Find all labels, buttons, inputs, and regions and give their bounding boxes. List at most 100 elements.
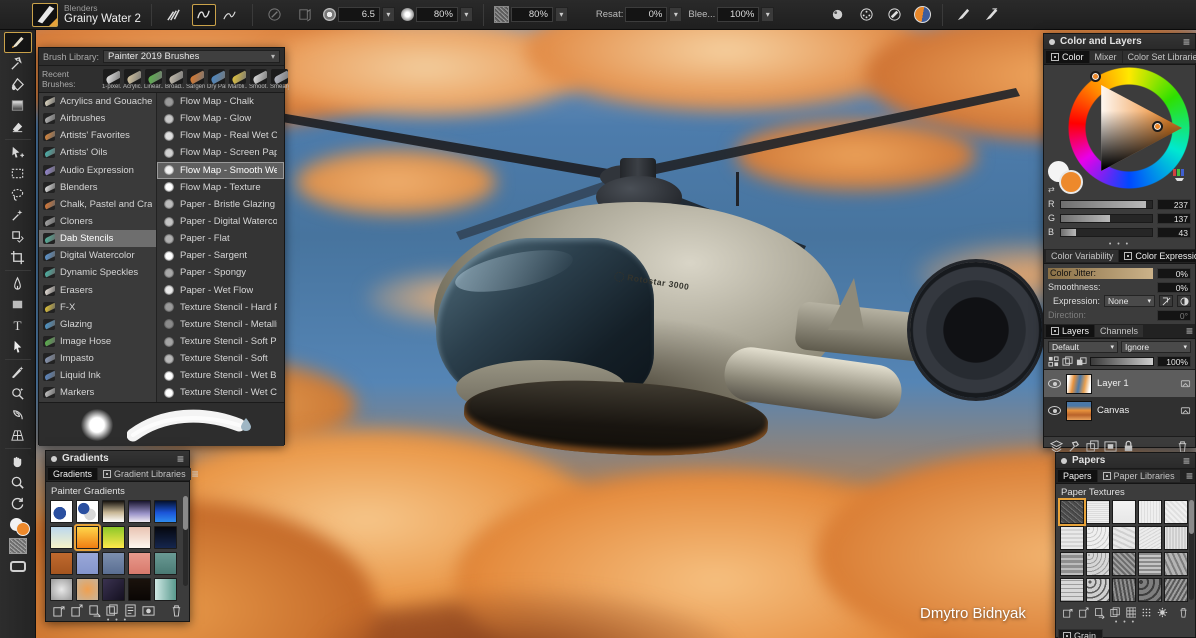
eraser-tool[interactable] [4, 116, 32, 137]
straight-line-strokes-button[interactable] [218, 4, 242, 26]
brush-variant-paper-spongy[interactable]: Paper - Spongy [157, 264, 284, 281]
preserve-transparency-icon[interactable] [1062, 356, 1073, 367]
smoothness-value[interactable]: 0% [1157, 282, 1191, 293]
direction-icon[interactable] [1177, 295, 1191, 307]
view-mode-button[interactable] [4, 556, 32, 577]
rect-selection-tool[interactable] [4, 163, 32, 184]
gradient-swatch-16[interactable] [50, 578, 73, 601]
brush-category-image-hose[interactable]: Image Hose [39, 333, 156, 350]
recent-brush-marbli-[interactable]: Marbli... [228, 69, 247, 90]
brush-variant-paper-bristle-glazing[interactable]: Paper - Bristle Glazing [157, 196, 284, 213]
paper-save-icon[interactable] [1062, 606, 1073, 619]
magnifier-tool[interactable] [4, 472, 32, 493]
layer-opacity-value[interactable]: 100% [1157, 356, 1191, 367]
composite-method-dropdown[interactable]: Default ▾ [1048, 341, 1118, 353]
brush-category-impasto[interactable]: Impasto [39, 350, 156, 367]
sample-color-icon[interactable] [1171, 167, 1187, 183]
layer-row-layer-1[interactable]: Layer 1 [1044, 370, 1195, 397]
gradient-swatch-6[interactable] [50, 526, 73, 549]
gradient-swatch-2[interactable] [76, 500, 99, 523]
gradient-swatch-14[interactable] [128, 552, 151, 575]
layer-row-canvas[interactable]: Canvas [1044, 397, 1195, 424]
layer-opacity-slider[interactable] [1090, 357, 1154, 366]
brush-category-blenders[interactable]: Blenders [39, 179, 156, 196]
brush-variant-texture-stencil-soft-pastel[interactable]: Texture Stencil - Soft Pastel [157, 333, 284, 350]
water-drop-icon[interactable] [240, 417, 252, 431]
bleed-dropdown-arrow[interactable]: ▾ [761, 7, 774, 22]
panel-grip[interactable]: • • • [46, 617, 189, 625]
tab-color-expression[interactable]: Color Expression [1119, 250, 1196, 262]
panel-collapse-icon[interactable] [51, 456, 57, 462]
recent-brush-sargen-[interactable]: Sargen... [186, 69, 205, 90]
paper-swatch-10[interactable] [1164, 526, 1188, 550]
paper-swatch-17[interactable] [1086, 578, 1110, 602]
pickup-underlying-icon[interactable] [1048, 356, 1059, 367]
panel-grip[interactable]: • • • [1056, 619, 1195, 627]
capture-paper-icon[interactable] [1157, 606, 1168, 619]
dab-preview-icon[interactable] [826, 4, 850, 26]
brush-variant-paper-digital-watercolor-par[interactable]: Paper - Digital Watercolor Par [157, 213, 284, 230]
sv-marker[interactable] [1152, 121, 1163, 132]
paint-bucket-tool[interactable] [4, 74, 32, 95]
grain-dropdown-arrow[interactable]: ▾ [555, 7, 568, 22]
paper-import-icon[interactable] [1078, 606, 1089, 619]
paper-duplicate-icon[interactable] [1110, 606, 1121, 619]
gradient-tool[interactable] [4, 95, 32, 116]
divine-proportion-tool[interactable] [4, 404, 32, 425]
expression-panel-icon[interactable] [1159, 295, 1173, 307]
gradient-swatch-9[interactable] [128, 526, 151, 549]
layer-adjuster-tool[interactable] [4, 142, 32, 163]
opacity-input[interactable]: 80% [416, 7, 458, 22]
gradient-swatch-7[interactable] [76, 526, 99, 549]
clone-color-icon[interactable] [263, 4, 287, 26]
paper-swatch-12[interactable] [1086, 552, 1110, 576]
bleed-input[interactable]: 100% [717, 7, 759, 22]
channel-slider[interactable] [1060, 214, 1153, 223]
brush-category-artists-favorites[interactable]: Artists' Favorites [39, 127, 156, 144]
brush-category-glazing[interactable]: Glazing [39, 316, 156, 333]
brush-category-liquid-ink[interactable]: Liquid Ink [39, 367, 156, 384]
opacity-dropdown-arrow[interactable]: ▾ [460, 7, 473, 22]
visibility-eye-icon[interactable] [1048, 406, 1061, 415]
brush-category-audio-expression[interactable]: Audio Expression [39, 162, 156, 179]
channel-slider[interactable] [1060, 228, 1153, 237]
panel-collapse-icon[interactable] [1049, 39, 1055, 45]
brush-category-digital-watercolor[interactable]: Digital Watercolor [39, 247, 156, 264]
scrollbar[interactable] [1189, 500, 1194, 600]
paper-swatch-20[interactable] [1164, 578, 1188, 602]
visibility-eye-icon[interactable] [1048, 379, 1061, 388]
tab-menu-icon[interactable]: ≡ [1186, 324, 1193, 338]
brush-variant-flow-map-real-wet-oil[interactable]: Flow Map - Real Wet Oil [157, 127, 284, 144]
paper-swatch-5[interactable] [1164, 500, 1188, 524]
freehand-strokes-button[interactable] [192, 4, 216, 26]
dab-stencil-icon[interactable] [882, 4, 906, 26]
paper-swatch-16[interactable] [1060, 578, 1084, 602]
simple-brush-icon[interactable] [951, 4, 975, 26]
smoothness-label[interactable]: Smoothness: [1048, 282, 1153, 292]
brush-variant-flow-map-glow[interactable]: Flow Map - Glow [157, 110, 284, 127]
brush-variant-texture-stencil-wet-cover[interactable]: Texture Stencil - Wet Cover [157, 384, 284, 401]
scrollbar[interactable] [183, 496, 188, 586]
paper-swatch-2[interactable] [1086, 500, 1110, 524]
paper-grid-icon[interactable] [1126, 606, 1137, 619]
main-color-swatch[interactable] [1059, 170, 1083, 194]
gradient-capture-icon[interactable] [142, 604, 155, 617]
paper-swatch-19[interactable] [1138, 578, 1162, 602]
tab-papers[interactable]: Papers [1058, 470, 1097, 482]
tab-paper-libraries[interactable]: Paper Libraries [1098, 470, 1180, 482]
pen-tool[interactable] [4, 273, 32, 294]
tab-menu-icon[interactable]: ≡ [1186, 469, 1193, 483]
trash-icon[interactable] [170, 604, 183, 617]
paper-export-icon[interactable] [1094, 606, 1105, 619]
paper-swatch-8[interactable] [1112, 526, 1136, 550]
brush-category-f-x[interactable]: F-X [39, 299, 156, 316]
gradient-swatch-5[interactable] [154, 500, 177, 523]
magic-wand-tool[interactable] [4, 205, 32, 226]
tab-color-set-libraries[interactable]: Color Set Libraries [1123, 51, 1196, 63]
brush-variant-flow-map-smooth-wet-oil[interactable]: Flow Map - Smooth Wet Oil [157, 162, 284, 179]
size-dropdown-arrow[interactable]: ▾ [382, 7, 395, 22]
clone-source-icon[interactable] [293, 4, 317, 26]
brush-category-acrylics-and-gouache[interactable]: Acrylics and Gouache [39, 93, 156, 110]
tab-gradients[interactable]: Gradients [48, 468, 97, 480]
paper-swatch-18[interactable] [1112, 578, 1136, 602]
